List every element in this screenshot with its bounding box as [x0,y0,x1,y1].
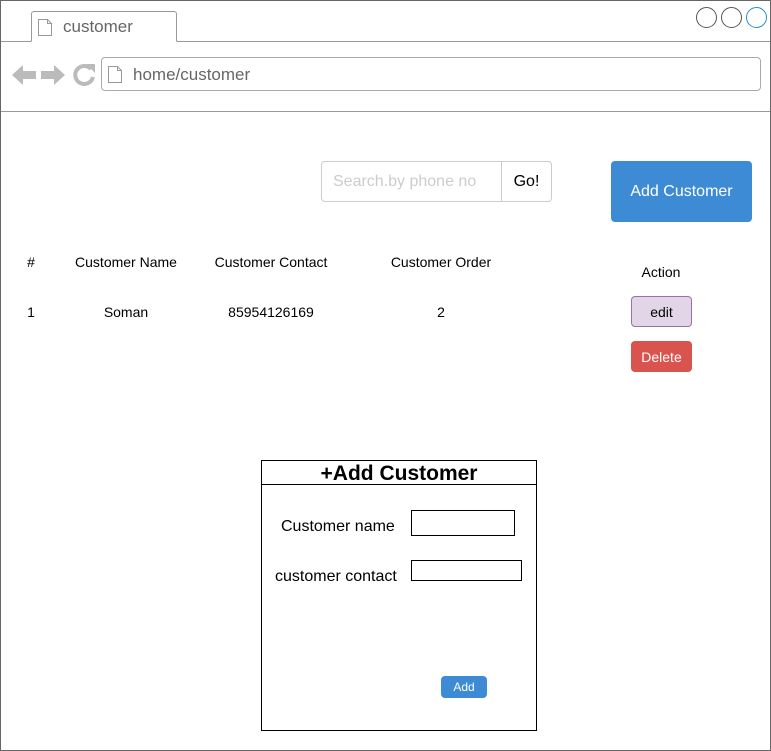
close-window-button[interactable] [746,7,767,28]
add-customer-form: +Add Customer Customer name customer con… [261,460,537,731]
form-title: +Add Customer [262,461,536,485]
search-go-button[interactable]: Go! [501,161,552,202]
cell-customer-contact: 85954126169 [228,304,314,320]
maximize-window-button[interactable] [721,7,742,28]
browser-tab[interactable]: customer [31,11,177,42]
url-text: home/customer [133,65,251,84]
navigation-bar: home/customer [1,42,770,112]
add-customer-button[interactable]: Add Customer [611,161,752,222]
form-add-button[interactable]: Add [441,676,487,698]
cell-customer-order: 2 [437,304,445,320]
edit-button[interactable]: edit [631,296,692,327]
minimize-window-button[interactable] [696,7,717,28]
reload-icon[interactable] [71,62,97,88]
column-header-index: # [27,254,35,270]
column-header-name: Customer Name [75,254,177,270]
customer-contact-label: customer contact [275,568,397,585]
address-bar[interactable]: home/customer [101,57,761,91]
cell-customer-name: Soman [103,304,149,320]
customer-contact-field[interactable] [411,560,522,581]
column-header-contact: Customer Contact [214,254,328,270]
column-header-action: Action [641,264,681,280]
page-icon [38,19,52,36]
column-header-order: Customer Order [390,254,492,270]
search-input[interactable] [321,161,502,202]
customer-name-label: Customer name [281,518,395,535]
delete-button[interactable]: Delete [631,341,692,372]
tab-bar: customer [1,1,770,42]
browser-window: customer home/customer Go! Add Customer … [0,0,771,751]
tab-title: customer [63,17,133,36]
forward-arrow-icon[interactable] [40,62,66,88]
customer-name-field[interactable] [411,510,515,536]
page-icon [108,66,122,83]
back-arrow-icon[interactable] [11,62,37,88]
cell-index: 1 [27,304,35,320]
